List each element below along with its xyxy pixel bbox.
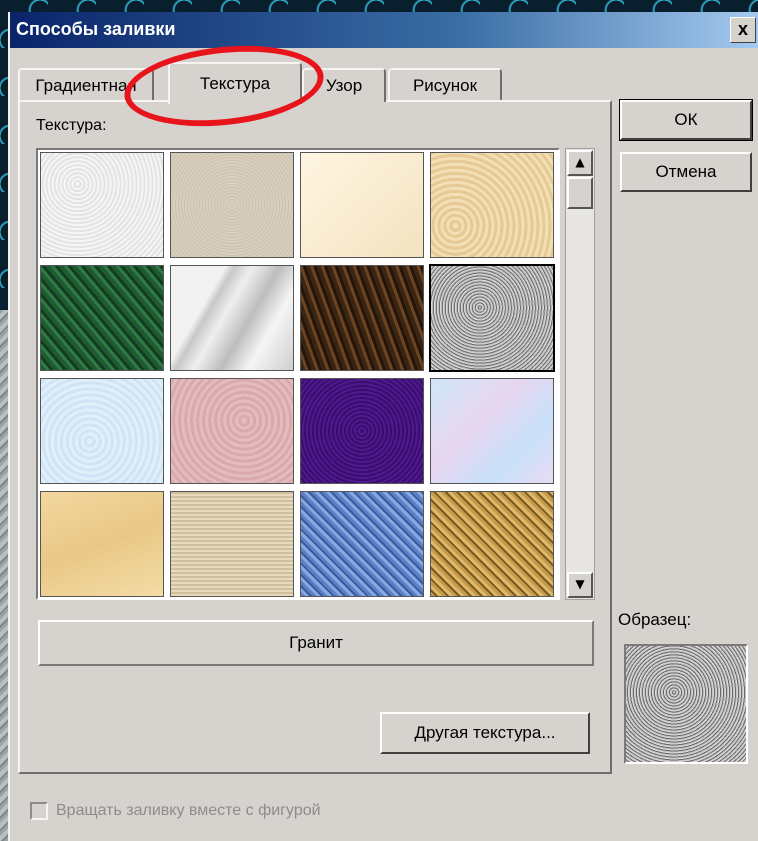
scroll-thumb[interactable] [567,177,593,209]
rotate-fill-label: Вращать заливку вместе с фигурой [56,802,321,819]
rotate-fill-checkbox[interactable] [30,802,48,820]
texture-tile-brown-marble[interactable] [300,265,424,371]
texture-tile-white-marble[interactable] [170,265,294,371]
sample-label: Образец: [618,610,692,629]
cancel-button[interactable]: Отмена [620,152,752,192]
sample-preview [624,644,748,764]
texture-tile-white-paper[interactable] [40,152,164,258]
ok-button[interactable]: ОК [619,99,753,141]
title-bar: Способы заливки x [10,12,758,48]
scroll-down-button[interactable]: ▼ [567,572,593,598]
texture-tile-sand[interactable] [170,152,294,258]
texture-tile-green-marble[interactable] [40,265,164,371]
texture-section-label: Текстура: [36,117,107,134]
texture-tile-purple-mesh[interactable] [300,378,424,484]
selected-texture-name: Гранит [38,620,594,666]
texture-tile-granite[interactable] [429,264,555,372]
texture-tile-denim[interactable] [300,491,424,597]
texture-tile-pink-tissue[interactable] [170,378,294,484]
texture-tile-blue-tissue[interactable] [40,378,164,484]
texture-scrollbar[interactable]: ▲ ▼ [565,148,595,600]
texture-tile-bouquet[interactable] [430,378,554,484]
other-texture-button[interactable]: Другая текстура... [380,712,590,754]
texture-grid [36,148,560,600]
tab-picture[interactable]: Рисунок [388,68,502,102]
texture-tile-papyrus[interactable] [40,491,164,597]
texture-tile-parchment[interactable] [430,152,554,258]
scroll-up-button[interactable]: ▲ [567,150,593,176]
texture-tile-cream[interactable] [300,152,424,258]
close-button[interactable]: x [730,17,756,43]
rotate-fill-option: Вращать заливку вместе с фигурой [30,802,321,820]
texture-tile-canvas[interactable] [170,491,294,597]
texture-tile-woven-mat[interactable] [430,491,554,597]
dialog-title: Способы заливки [16,19,176,39]
